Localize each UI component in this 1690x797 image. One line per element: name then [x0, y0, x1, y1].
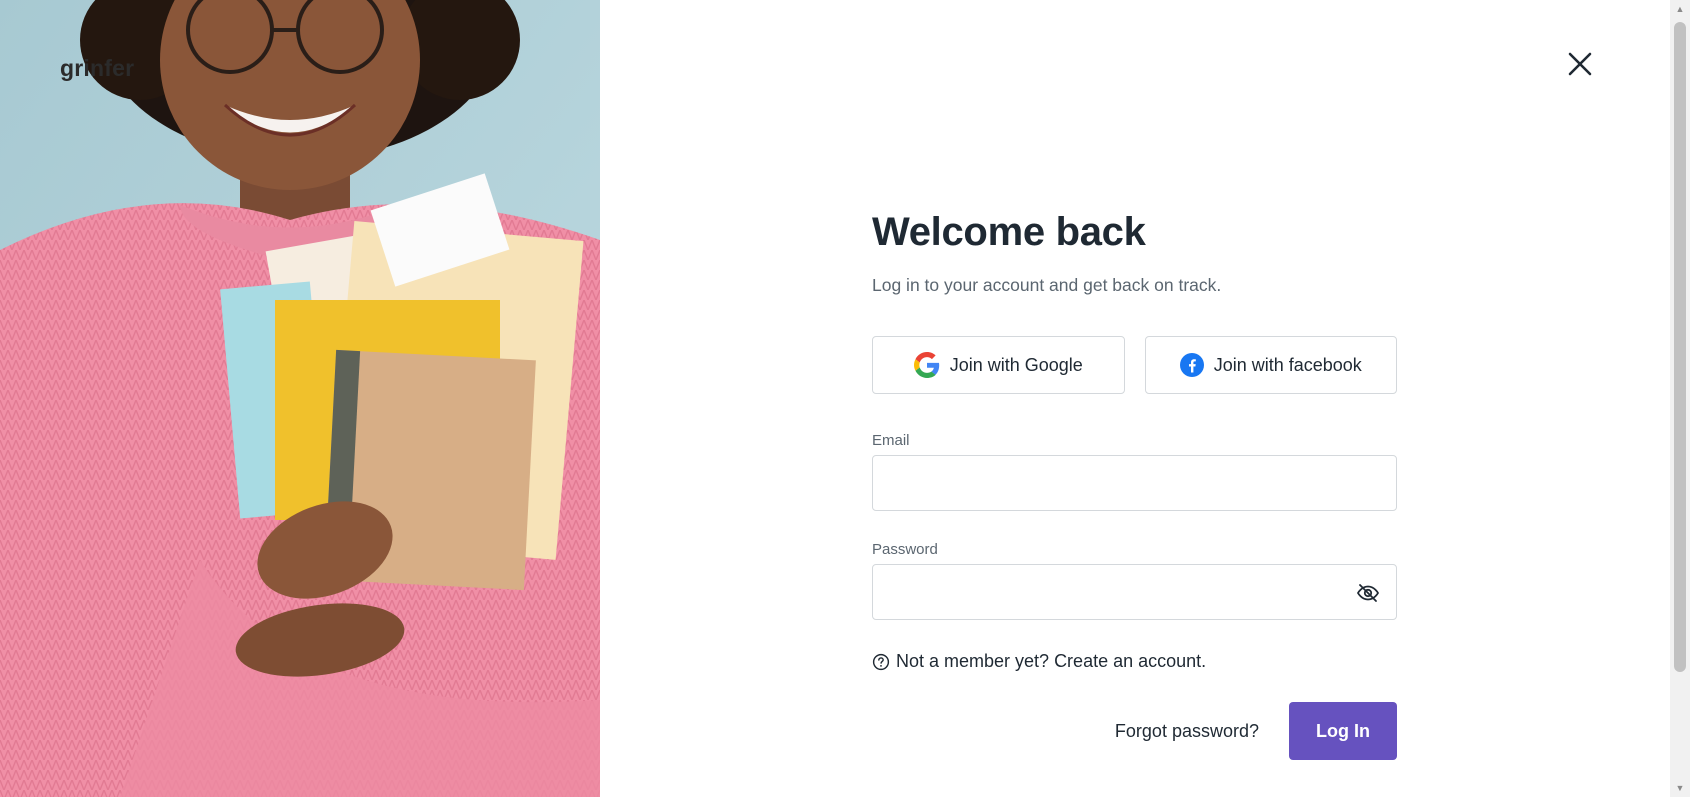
- brand-logo[interactable]: grinfer: [60, 55, 134, 82]
- close-button[interactable]: [1562, 46, 1598, 82]
- facebook-login-label: Join with facebook: [1213, 354, 1362, 375]
- password-field-wrapper: [872, 564, 1397, 620]
- login-button[interactable]: Log In: [1289, 702, 1397, 760]
- google-login-button[interactable]: Join with Google: [872, 336, 1125, 394]
- scrollbar-thumb[interactable]: [1674, 22, 1686, 672]
- facebook-icon: [1179, 353, 1204, 377]
- toggle-password-visibility-button[interactable]: [1356, 581, 1380, 605]
- google-login-label: Join with Google: [949, 354, 1083, 375]
- help-circle-icon: [872, 653, 890, 670]
- form-actions: Forgot password? Log In: [872, 702, 1397, 760]
- page-title: Welcome back: [872, 210, 1146, 254]
- facebook-login-button[interactable]: Join with facebook: [1144, 336, 1397, 394]
- scroll-up-arrow-icon[interactable]: ▲: [1670, 0, 1690, 18]
- google-icon: [913, 352, 939, 378]
- email-label: Email: [872, 432, 910, 449]
- close-icon: [1568, 52, 1592, 76]
- eye-off-icon: [1356, 584, 1380, 602]
- page-scrollbar[interactable]: ▲ ▼: [1670, 0, 1690, 797]
- email-field-wrapper: [872, 455, 1397, 511]
- student-photo: [0, 0, 600, 797]
- forgot-password-link[interactable]: Forgot password?: [1115, 721, 1259, 742]
- email-field[interactable]: [873, 456, 1396, 510]
- password-label: Password: [872, 541, 938, 558]
- password-field[interactable]: [873, 565, 1396, 619]
- signup-prompt-row: Not a member yet? Create an account.: [872, 651, 1397, 672]
- social-login-row: Join with Google Join with facebook: [872, 336, 1397, 394]
- page-subtitle: Log in to your account and get back on t…: [872, 275, 1222, 295]
- scroll-down-arrow-icon[interactable]: ▼: [1670, 779, 1690, 797]
- create-account-link[interactable]: Not a member yet? Create an account.: [896, 651, 1206, 672]
- login-form: Welcome back Log in to your account and …: [872, 206, 1397, 760]
- hero-photo-panel: grinfer: [0, 0, 600, 797]
